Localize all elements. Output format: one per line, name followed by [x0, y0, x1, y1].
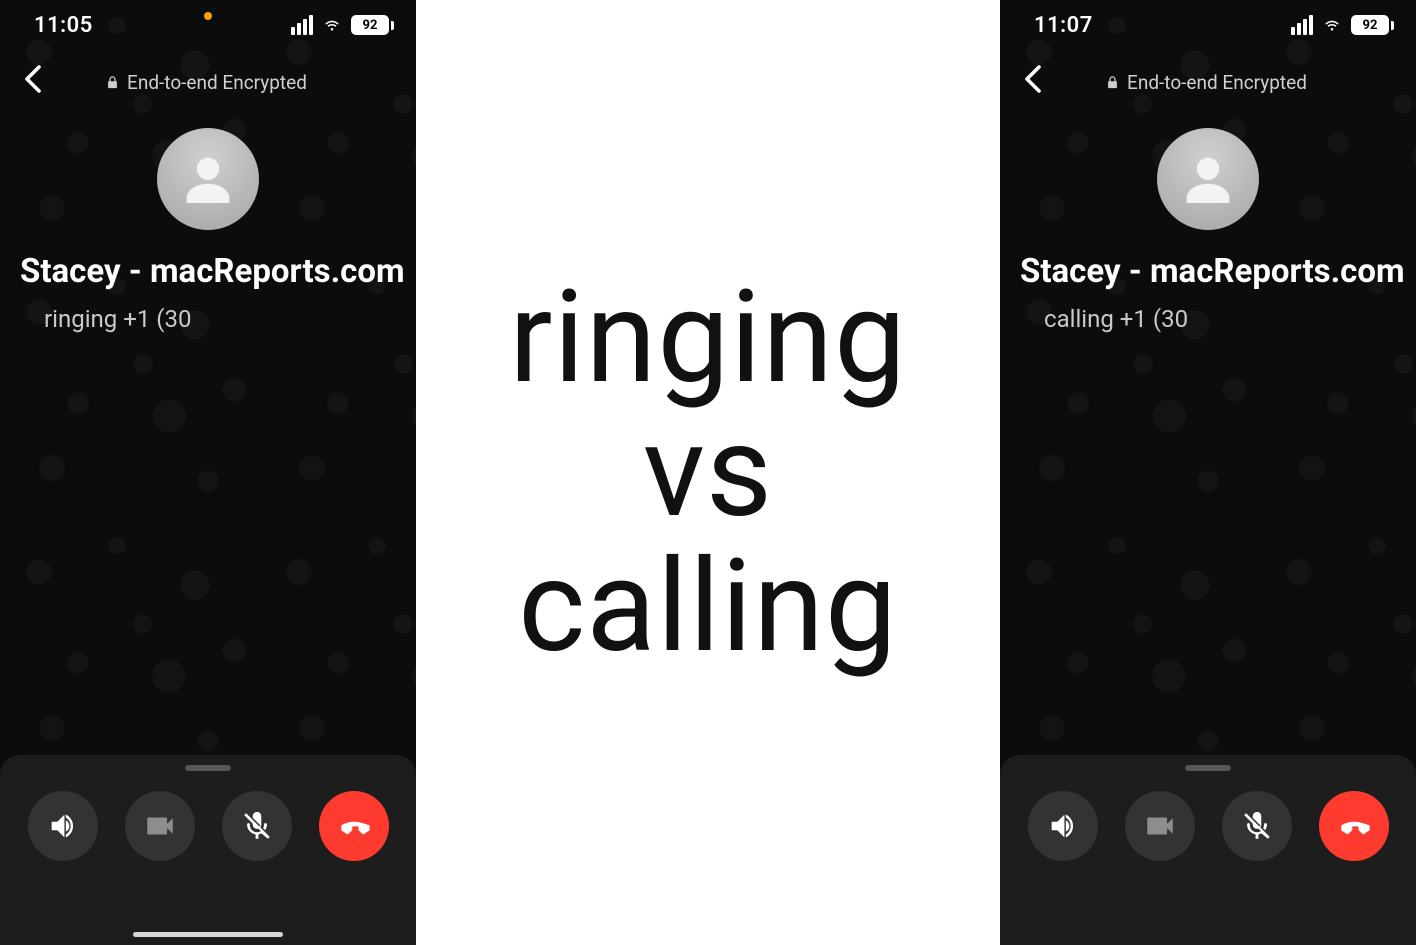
lock-icon	[105, 74, 120, 91]
home-indicator[interactable]	[133, 932, 283, 937]
video-button[interactable]	[125, 791, 195, 861]
speaker-icon	[1046, 809, 1080, 843]
status-right-cluster: 92	[291, 15, 394, 35]
cellular-signal-icon	[1291, 15, 1313, 35]
call-controls-tray	[1000, 755, 1416, 945]
battery-percent: 92	[351, 15, 389, 35]
speaker-button[interactable]	[1028, 791, 1098, 861]
call-header: End-to-end Encrypted	[1000, 50, 1416, 106]
hangup-icon	[337, 809, 371, 843]
cellular-signal-icon	[291, 15, 313, 35]
mute-button[interactable]	[222, 791, 292, 861]
mute-button[interactable]	[1222, 791, 1292, 861]
recording-indicator-dot	[204, 12, 212, 20]
encryption-label: End-to-end Encrypted	[1127, 71, 1307, 94]
status-time: 11:07	[1034, 13, 1093, 38]
tray-drag-handle[interactable]	[185, 765, 231, 771]
video-camera-icon	[1143, 809, 1177, 843]
contact-avatar[interactable]	[157, 128, 259, 230]
contact-name: Stacey - macReports.com	[1000, 252, 1416, 291]
microphone-off-icon	[240, 809, 274, 843]
tray-drag-handle[interactable]	[1185, 765, 1231, 771]
microphone-off-icon	[1240, 809, 1274, 843]
video-button[interactable]	[1125, 791, 1195, 861]
person-placeholder-icon	[1176, 147, 1240, 211]
center-caption-panel: ringing vs calling	[416, 0, 1000, 945]
caption-line-1: ringing	[509, 271, 907, 405]
battery-indicator: 92	[1351, 15, 1394, 35]
hangup-icon	[1337, 809, 1371, 843]
contact-avatar[interactable]	[1157, 128, 1259, 230]
ios-status-bar: 11:05 92	[0, 0, 416, 50]
caption-line-2: vs	[643, 405, 773, 539]
lock-icon	[1105, 74, 1120, 91]
battery-indicator: 92	[351, 15, 394, 35]
contact-name: Stacey - macReports.com	[0, 252, 416, 291]
status-right-cluster: 92	[1291, 15, 1394, 35]
video-camera-icon	[143, 809, 177, 843]
phone-screenshot-left: 11:05 92 End-to-end Encrypted	[0, 0, 416, 945]
encryption-banner: End-to-end Encrypted	[16, 71, 396, 94]
phone-screenshot-right: 11:07 92 End-to-end Encrypted	[1000, 0, 1416, 945]
speaker-button[interactable]	[28, 791, 98, 861]
status-time: 11:05	[34, 13, 93, 38]
wifi-icon	[321, 16, 343, 34]
encryption-label: End-to-end Encrypted	[127, 71, 307, 94]
person-placeholder-icon	[176, 147, 240, 211]
battery-percent: 92	[1351, 15, 1389, 35]
call-header: End-to-end Encrypted	[0, 50, 416, 106]
speaker-icon	[46, 809, 80, 843]
call-controls-tray	[0, 755, 416, 945]
caption-line-3: calling	[518, 540, 898, 674]
end-call-button[interactable]	[319, 791, 389, 861]
encryption-banner: End-to-end Encrypted	[1016, 71, 1396, 94]
comparison-graphic: 11:05 92 End-to-end Encrypted	[0, 0, 1416, 945]
wifi-icon	[1321, 16, 1343, 34]
end-call-button[interactable]	[1319, 791, 1389, 861]
ios-status-bar: 11:07 92	[1000, 0, 1416, 50]
